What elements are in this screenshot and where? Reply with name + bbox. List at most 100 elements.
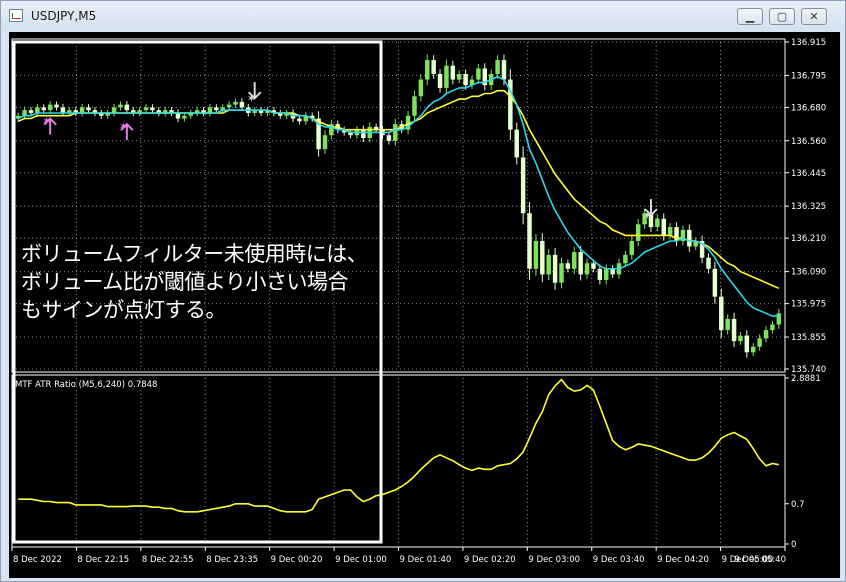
candle-body — [182, 115, 187, 119]
candle-body — [770, 324, 775, 331]
price-tick-label: 136.680 — [791, 103, 826, 113]
time-tick-label: 9 Dec 00:20 — [271, 555, 323, 565]
candle-body — [527, 213, 532, 269]
candle-body — [437, 74, 443, 88]
candle-body — [501, 60, 507, 80]
candle-body — [706, 257, 711, 269]
candle-body — [725, 318, 730, 331]
candle-body — [35, 107, 40, 113]
candle-body — [584, 263, 590, 275]
candle-body — [610, 268, 615, 275]
maximize-button[interactable]: ▢ — [769, 8, 795, 25]
time-tick-label: 9 Dec 03:40 — [593, 555, 645, 565]
candle-body — [495, 60, 500, 75]
annotation-text: ボリュームフィルター未使用時には、 ボリューム比が閾値より小さい場合 もサインが… — [21, 242, 368, 322]
candle-body — [520, 157, 526, 214]
candle-body — [591, 263, 596, 269]
candle-body — [629, 240, 635, 255]
candle-body — [533, 240, 539, 269]
price-tick-label: 136.445 — [791, 169, 826, 179]
candle-body — [776, 313, 782, 325]
candle-body — [150, 107, 155, 111]
candle-body — [731, 318, 737, 342]
candle-body — [757, 338, 762, 347]
candle-body — [79, 107, 85, 113]
candle-body — [47, 104, 53, 111]
minimize-button[interactable]: ▁ — [737, 8, 763, 25]
candle-body — [28, 110, 34, 113]
candle-body — [763, 330, 769, 339]
time-tick-label: 8 Dec 22:55 — [142, 555, 194, 565]
candle-body — [412, 96, 417, 116]
candle-body — [111, 107, 117, 113]
candle-body — [386, 135, 392, 141]
candle-body — [661, 218, 666, 236]
chart-window-icon — [9, 9, 23, 22]
time-tick-label: 9 Dec 01:40 — [400, 555, 452, 565]
price-tick-label: 136.325 — [791, 202, 826, 212]
candle-body — [425, 60, 430, 80]
candle-body — [565, 263, 571, 269]
indicator-tick-label: 0.7 — [791, 500, 805, 510]
candle-body — [514, 129, 519, 158]
time-tick-label: 9 Dec 02:20 — [464, 555, 516, 565]
time-tick-label: 8 Dec 23:35 — [206, 555, 258, 565]
indicator-axis: 2.8881 0.7 0 — [785, 374, 821, 550]
close-button[interactable]: ✕ — [801, 8, 827, 25]
candle-body — [175, 112, 181, 119]
candle-body — [86, 107, 91, 111]
indicator-tick-label: 2.8881 — [791, 374, 821, 384]
candle-body — [559, 263, 564, 283]
candle-body — [124, 104, 130, 111]
title-bar[interactable]: USDJPY,M5 ▁ ▢ ✕ — [1, 1, 845, 31]
candle-body — [54, 104, 59, 108]
candle-body — [572, 252, 577, 269]
candle-body — [578, 252, 583, 275]
candle-body — [738, 335, 743, 342]
candle-body — [456, 74, 462, 80]
candle-body — [450, 65, 456, 80]
atr-ratio-line — [18, 378, 779, 513]
candle-body — [207, 107, 213, 113]
candle-body — [540, 240, 545, 275]
candle-body — [431, 60, 436, 75]
candle-body — [361, 129, 366, 139]
indicator-tick-label: 0 — [791, 540, 796, 550]
candle-body — [751, 346, 756, 353]
price-tick-label: 136.795 — [791, 71, 826, 81]
candle-body — [239, 101, 245, 108]
time-tick-label: 8 Dec 2022 — [13, 555, 62, 565]
candle-body — [667, 227, 673, 236]
candle-body — [687, 229, 692, 247]
terminal-window: USDJPY,M5 ▁ ▢ ✕ 136.915 136.795 136.680 136… — [0, 0, 846, 582]
indicator-pane-frame — [11, 374, 786, 548]
candle-body — [444, 65, 449, 88]
candle-body — [552, 254, 558, 283]
candle-body — [233, 101, 238, 105]
price-tick-label: 136.560 — [791, 137, 826, 147]
candle-body — [603, 268, 609, 280]
time-tick-label: 9 Dec 05:40 — [734, 555, 786, 565]
candle-body — [143, 107, 149, 111]
time-tick-label: 9 Dec 01:00 — [335, 555, 387, 565]
price-tick-label: 136.210 — [791, 234, 826, 244]
candle-body — [297, 118, 302, 122]
candle-body — [214, 107, 219, 111]
candle-body — [635, 224, 641, 241]
chart-area[interactable]: 136.915 136.795 136.680 136.560 136.445 136.3… — [9, 32, 840, 578]
time-tick-label: 9 Dec 04:20 — [657, 555, 709, 565]
candle-body — [546, 254, 551, 275]
candle-body — [118, 104, 123, 108]
indicator-title: MTF ATR Ratio (M5,6,240) 0.7848 — [15, 380, 157, 390]
candle-body — [719, 296, 724, 331]
price-tick-label: 135.975 — [791, 300, 826, 310]
candle-body — [597, 268, 603, 280]
candle-body — [744, 335, 750, 353]
candle-body — [41, 107, 46, 111]
candle-body — [60, 107, 66, 113]
candle-body — [655, 218, 660, 228]
window-title: USDJPY,M5 — [31, 9, 97, 23]
candle-body — [463, 74, 468, 86]
candle-body — [418, 79, 424, 97]
time-tick-label: 8 Dec 22:15 — [77, 555, 129, 565]
